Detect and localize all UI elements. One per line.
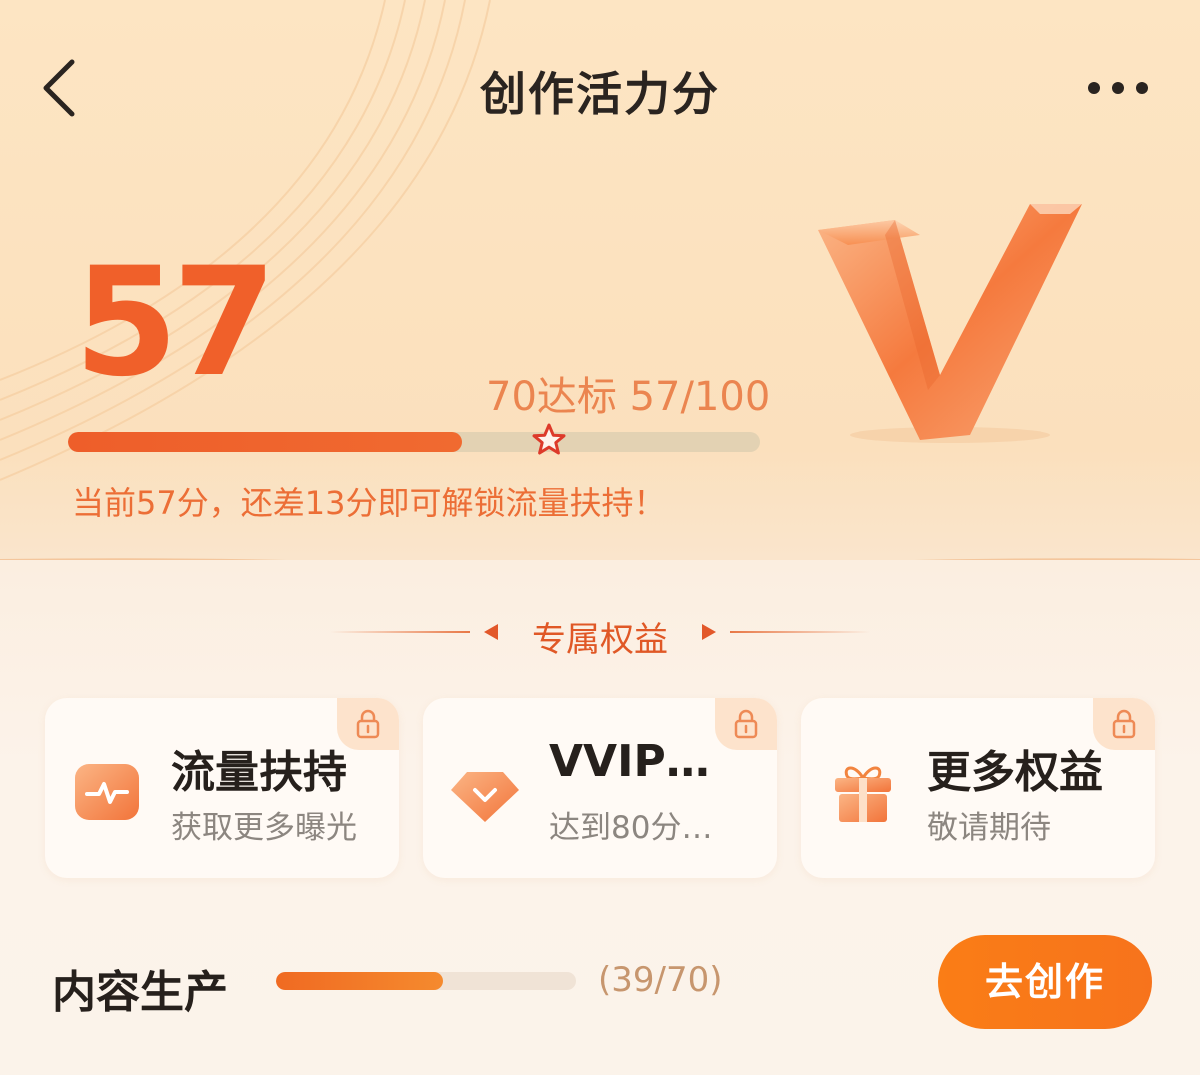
more-dot-icon (1136, 82, 1148, 94)
pulse-icon (75, 764, 139, 820)
go-create-button[interactable]: 去创作 (938, 935, 1152, 1029)
benefit-title: VVIP… (549, 736, 710, 787)
benefit-subtitle: 达到80分… (549, 810, 713, 846)
lock-badge (715, 698, 777, 750)
arrow-right-icon (702, 624, 716, 640)
task-progress-fill (276, 972, 444, 990)
benefit-card-more[interactable]: 更多权益 敬请期待 (801, 698, 1155, 878)
benefit-title: 流量扶持 (171, 747, 347, 798)
section-title: 专属权益 (532, 620, 668, 660)
lock-icon (1112, 709, 1136, 739)
score-progress-fill (68, 432, 463, 452)
more-dot-icon (1112, 82, 1124, 94)
more-options-button[interactable] (1080, 70, 1160, 106)
lock-icon (356, 709, 380, 739)
lock-icon (734, 709, 758, 739)
benefit-subtitle: 敬请期待 (927, 810, 1051, 846)
target-text: 70达标 57/100 (486, 374, 771, 420)
more-dot-icon (1088, 82, 1100, 94)
gift-icon (835, 766, 891, 822)
task-progress-bar (276, 972, 576, 990)
section-divider-right (730, 631, 870, 633)
score-progress-bar (68, 432, 760, 452)
benefit-card-vvip[interactable]: VVIP… 达到80分… (423, 698, 777, 878)
target-star-icon (532, 423, 566, 455)
page-title: 创作活力分 (480, 67, 720, 121)
benefit-card-traffic[interactable]: 流量扶持 获取更多曝光 (45, 698, 399, 878)
unlock-hint: 当前57分，还差13分即可解锁流量扶持！ (72, 484, 666, 522)
score-value: 57 (74, 236, 277, 410)
v-badge-icon (818, 204, 1082, 443)
benefit-subtitle: 获取更多曝光 (171, 810, 357, 846)
benefit-title: 更多权益 (927, 747, 1103, 798)
task-count: (39/70) (598, 960, 723, 1000)
diamond-icon (451, 772, 519, 822)
task-label: 内容生产 (52, 967, 228, 1018)
